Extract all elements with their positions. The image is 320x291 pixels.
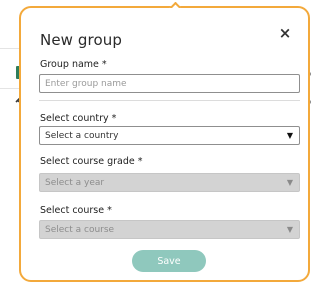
course-label: Select course * [40, 205, 112, 216]
course-grade-label: Select course grade * [40, 156, 143, 167]
country-select[interactable]: Select a country ▼ [39, 126, 300, 145]
course-select[interactable]: Select a course ▼ [39, 220, 300, 239]
course-select-value: Select a course [45, 224, 115, 235]
course-grade-select-value: Select a year [45, 177, 105, 188]
course-grade-select[interactable]: Select a year ▼ [39, 173, 300, 192]
form-divider [39, 100, 300, 101]
modal-title: New group [40, 31, 122, 49]
country-label: Select country * [40, 113, 117, 124]
group-name-label: Group name * [40, 59, 107, 70]
country-select-value: Select a country [45, 130, 119, 141]
group-name-input[interactable] [39, 74, 300, 93]
save-button[interactable]: Save [132, 250, 206, 272]
chevron-down-icon: ▼ [286, 224, 293, 234]
modal-pointer [169, 2, 181, 8]
close-button[interactable]: × [276, 24, 294, 42]
chevron-down-icon: ▼ [286, 130, 293, 140]
chevron-down-icon: ▼ [286, 177, 293, 187]
page: New group × Group name * Select country … [0, 0, 311, 291]
new-group-modal: New group × Group name * Select country … [19, 6, 310, 282]
